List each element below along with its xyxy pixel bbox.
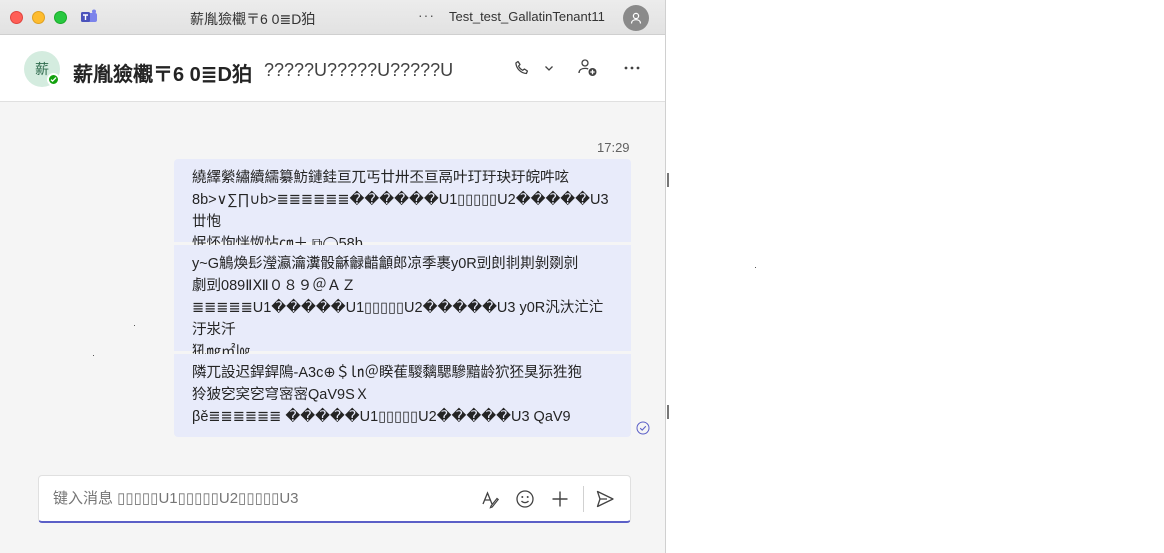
title-bar: 薪胤獫欟〒6 0≣D狛 ··· Test_test_GallatinTenant… [0, 0, 665, 35]
message-bubble[interactable]: y~G鵤煥髟瀅瀛瀹瀵骰龢龣齰龥郎凉季裹y0R剅剆剕剘剝剟剠 劇剅089ⅡⅫ０８９… [174, 245, 631, 360]
emoji-button[interactable] [514, 488, 536, 510]
profile-button[interactable] [623, 5, 649, 31]
send-icon [596, 490, 614, 508]
teams-window: 薪胤獫欟〒6 0≣D狛 ··· Test_test_GallatinTenant… [0, 0, 666, 553]
desktop-artifact [667, 173, 669, 187]
send-button[interactable] [594, 488, 616, 510]
minimize-window-button[interactable] [32, 11, 45, 24]
call-icon [515, 60, 529, 75]
chat-title: 薪胤獫欟〒6 0≣D狛 [73, 64, 253, 86]
teams-logo-icon [81, 9, 97, 22]
call-options-button[interactable] [538, 57, 560, 79]
close-window-button[interactable] [10, 11, 23, 24]
chat-header: 薪 薪胤獫欟〒6 0≣D狛 ?????U?????U?????U [0, 35, 665, 102]
chat-subtitle: ?????U?????U?????U [264, 60, 454, 80]
format-icon [482, 491, 500, 509]
format-button[interactable] [479, 488, 501, 510]
emoji-icon [516, 490, 534, 508]
artifact-dot [93, 355, 94, 356]
more-icon [624, 66, 640, 70]
read-receipt-icon [636, 421, 650, 435]
message-composer[interactable] [38, 475, 631, 523]
people-add-icon [578, 59, 597, 76]
composer-divider [583, 486, 584, 512]
attach-button[interactable] [549, 488, 571, 510]
message-bubble[interactable]: 繞繹縈繡續繻纂魴鏈銈亘兀丐廿卅丕亘鬲叶玎玗玦玗皖吽呟 8b>∨∑∏∪b>≣≣≣≣… [174, 159, 631, 252]
add-people-button[interactable] [577, 57, 599, 79]
maximize-window-button[interactable] [54, 11, 67, 24]
window-title: 薪胤獫欟〒6 0≣D狛 [190, 11, 316, 27]
tenant-name[interactable]: Test_test_GallatinTenant11 [449, 9, 605, 24]
presence-available-icon [47, 73, 60, 86]
title-more-button[interactable]: ··· [418, 7, 435, 23]
attach-plus-icon [552, 491, 568, 507]
user-icon [630, 12, 642, 24]
more-options-button[interactable] [621, 57, 643, 79]
call-button[interactable] [511, 57, 533, 79]
message-list[interactable]: 17:29 繞繹縈繡續繻纂魴鏈銈亘兀丐廿卅丕亘鬲叶玎玗玦玗皖吽呟 8b>∨∑∏∪… [0, 102, 665, 452]
desktop-artifact [755, 267, 756, 268]
artifact-dot [134, 325, 135, 326]
desktop-artifact [667, 405, 669, 419]
message-timestamp: 17:29 [597, 140, 630, 155]
message-input[interactable] [53, 490, 453, 507]
chevron-down-icon [545, 66, 553, 71]
message-bubble[interactable]: 隣兀設迟銲銲隝-A3c⊕＄㏑＠睽萑騣黐騦驂黯龄狖狉狊狋狌狍 狑狓穵穾穵穹宻宻Qa… [174, 354, 631, 437]
